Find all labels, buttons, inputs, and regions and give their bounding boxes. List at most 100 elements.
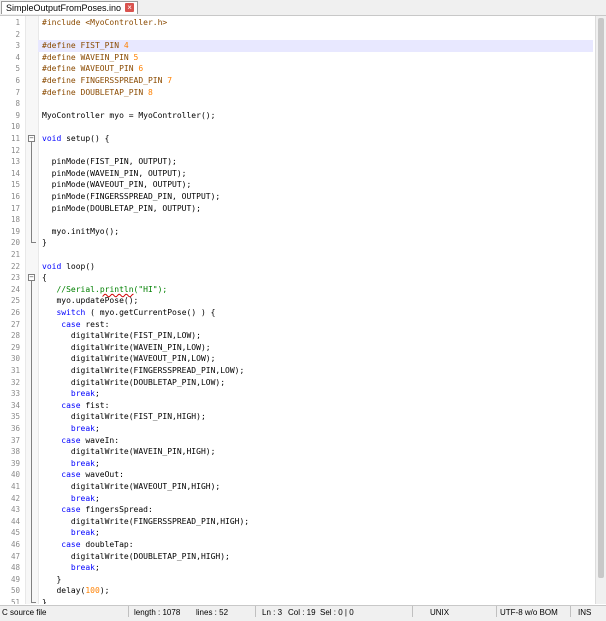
scrollbar-thumb[interactable] [598,18,604,578]
code-line[interactable]: 42 break; [0,493,600,505]
code-line[interactable]: 30 digitalWrite(WAVEOUT_PIN,LOW); [0,353,600,365]
code-line[interactable]: 37 case waveIn: [0,435,600,447]
code-line[interactable]: 24 //Serial.println("HI"); [0,284,600,296]
code-line[interactable]: 22 void loop() [0,261,600,273]
line-number: 1 [15,18,20,27]
status-col: Col : 19 [288,608,316,617]
code-line[interactable]: 31 digitalWrite(FINGERSSPREAD_PIN,LOW); [0,365,600,377]
status-eol: UNIX [430,608,450,617]
fold-toggle-icon[interactable]: − [28,274,35,282]
code-line[interactable]: 13 pinMode(FIST_PIN, OUTPUT); [0,156,600,168]
close-icon[interactable]: × [125,3,135,12]
code-text: pinMode(FINGERSSPREAD_PIN, OUTPUT); [42,192,221,201]
fold-toggle-icon[interactable]: − [28,135,35,142]
code-text: digitalWrite(WAVEIN_PIN,LOW); [42,342,211,352]
code-line[interactable]: 46 case doubleTap: [0,539,600,551]
code-text: void loop() [42,261,95,271]
code-line[interactable]: 48 break; [0,562,600,574]
code-text: pinMode(WAVEOUT_PIN, OUTPUT); [42,180,192,190]
code-editor[interactable]: 1 #include <MyoController.h> 2 3 #define FIS… [0,16,606,604]
code-line[interactable]: 40 case waveOut: [0,469,600,481]
code-line[interactable]: 25 myo.updatePose(); [0,295,600,307]
line-number: 24 [10,284,20,294]
code-text: pinMode(WAVEIN_PIN, OUTPUT); [42,168,187,178]
status-divider [496,606,497,617]
code-line[interactable]: 33 break; [0,388,600,400]
line-number: 20 [10,238,20,248]
code-line[interactable]: 35 digitalWrite(FIST_PIN,HIGH); [0,411,600,423]
code-line[interactable]: 41 digitalWrite(WAVEOUT_PIN,HIGH); [0,481,600,493]
code-line[interactable]: 7 #define DOUBLETAP_PIN 8 [0,87,600,99]
code-text: #define FINGERSSPREAD_PIN 7 [42,76,173,85]
code-line[interactable]: 51} [0,597,600,604]
code-line[interactable]: 14 pinMode(WAVEIN_PIN, OUTPUT); [0,168,600,180]
line-number: 14 [10,168,20,178]
line-number: 44 [10,516,20,526]
status-sel: Sel : 0 | 0 [320,608,354,617]
code-line[interactable]: 44 digitalWrite(FINGERSSPREAD_PIN,HIGH); [0,516,600,528]
code-text: switch ( myo.getCurrentPose() ) { [56,308,216,317]
code-line[interactable]: 3 #define FIST_PIN 4 [0,40,600,52]
line-number: 18 [10,215,20,225]
code-line[interactable]: 4 #define WAVEIN_PIN 5 [0,52,600,64]
code-line[interactable]: 20} [0,237,600,249]
code-text: myo.updatePose(); [42,296,139,306]
code-line[interactable]: 27 case rest: [0,319,600,331]
code-line[interactable]: 39 break; [0,458,600,470]
line-number: 12 [10,145,20,155]
code-line[interactable]: 18 [0,214,600,226]
code-line[interactable]: 10 [0,121,600,133]
status-ln: Ln : 3 [262,608,283,617]
code-text: break; [70,389,100,399]
code-line[interactable]: 2 [0,29,600,41]
code-line[interactable]: 49 } [0,574,600,586]
status-mode: INS [578,608,592,617]
code-text: MyoController myo = MyoController(); [42,110,216,120]
code-line[interactable]: 47 digitalWrite(DOUBLETAP_PIN,HIGH); [0,551,600,563]
code-line[interactable]: 15 pinMode(WAVEOUT_PIN, OUTPUT); [0,179,600,191]
line-number: 47 [10,551,20,561]
line-number: 36 [10,424,20,433]
code-line[interactable]: 23 { [0,272,600,284]
status-divider [128,606,129,617]
code-line[interactable]: 9 MyoController myo = MyoController(); [0,110,600,122]
fold-end-marker [31,242,36,244]
code-text: #define FIST_PIN 4 [42,41,129,51]
line-number: 37 [10,435,20,445]
code-line[interactable]: 8 [0,98,600,110]
code-line[interactable]: 26 switch ( myo.getCurrentPose() ) { [0,307,600,319]
code-line[interactable]: 36 break; [0,423,600,435]
code-line[interactable]: 5 #define WAVEOUT_PIN 6 [0,63,600,75]
code-text: #include <MyoController.h> [42,18,168,27]
code-text: case fist: [61,400,110,410]
code-line[interactable]: 28 digitalWrite(FIST_PIN,LOW); [0,330,600,342]
code-text: #define WAVEIN_PIN 5 [42,52,139,62]
status-encoding: UTF-8 w/o BOM [500,608,558,617]
status-file-type: C source file [2,608,47,617]
line-number: 32 [10,377,20,387]
code-line[interactable]: 34 case fist: [0,400,600,412]
code-line[interactable]: 19 myo.initMyo(); [0,226,600,238]
code-line[interactable]: 11 void setup() { [0,133,600,145]
code-line[interactable]: 50 delay(100); [0,585,600,597]
code-line[interactable]: 32 digitalWrite(DOUBLETAP_PIN,LOW); [0,377,600,389]
line-number: 21 [10,250,20,259]
code-line[interactable]: 12 [0,145,600,157]
code-line[interactable]: 6 #define FINGERSSPREAD_PIN 7 [0,75,600,87]
code-line[interactable]: 43 case fingersSpread: [0,504,600,516]
code-text: digitalWrite(DOUBLETAP_PIN,HIGH); [42,551,230,561]
tab-title: SimpleOutputFromPoses.ino [6,3,122,13]
code-text: case fingersSpread: [61,505,153,515]
line-number: 28 [10,331,20,341]
code-text: } [42,574,62,584]
code-line[interactable]: 38 digitalWrite(WAVEIN_PIN,HIGH); [0,446,600,458]
code-line[interactable]: 29 digitalWrite(WAVEIN_PIN,LOW); [0,342,600,354]
line-number: 33 [10,389,20,399]
code-line[interactable]: 21 [0,249,600,261]
status-bar: C source file length : 1078 lines : 52 L… [0,605,606,621]
code-line[interactable]: 45 break; [0,527,600,539]
code-line[interactable]: 1 #include <MyoController.h> [0,17,600,29]
code-line[interactable]: 16 pinMode(FINGERSSPREAD_PIN, OUTPUT); [0,191,600,203]
tab-file[interactable]: SimpleOutputFromPoses.ino × [1,1,139,14]
code-line[interactable]: 17 pinMode(DOUBLETAP_PIN, OUTPUT); [0,203,600,215]
